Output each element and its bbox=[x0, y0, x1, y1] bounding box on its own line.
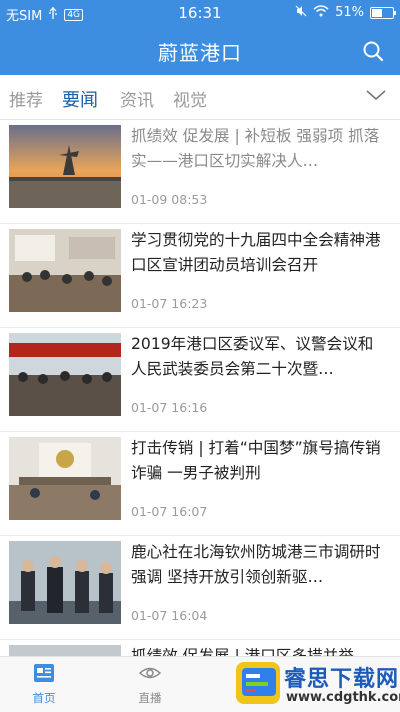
article-thumbnail bbox=[9, 229, 121, 312]
article-item[interactable]: 鹿心社在北海钦州防城港三市调研时强调 坚持开放引领创新驱… 01-07 16:0… bbox=[0, 536, 400, 640]
status-right: 51% bbox=[295, 5, 396, 20]
nav-home[interactable]: 首页 bbox=[4, 663, 84, 706]
tab-news[interactable]: 资讯 bbox=[120, 86, 154, 111]
app-title: 蔚蓝港口 bbox=[158, 41, 242, 65]
article-time: 01-07 16:23 bbox=[131, 296, 208, 311]
article-item[interactable]: 学习贯彻党的十九届四中全会精神港口区宣讲团动员培训会召开 01-07 16:23 bbox=[0, 224, 400, 328]
article-item[interactable]: 抓绩效 促发展 | 补短板 强弱项 抓落实——港口区切实解决人… 01-09 0… bbox=[0, 120, 400, 224]
article-title: 学习贯彻党的十九届四中全会精神港口区宣讲团动员培训会召开 bbox=[131, 231, 381, 274]
status-bar: 无SIM 4G 16:31 51% bbox=[0, 0, 400, 28]
article-thumbnail bbox=[9, 125, 121, 208]
search-icon[interactable] bbox=[362, 40, 384, 62]
article-thumbnail bbox=[9, 437, 121, 520]
article-list: 抓绩效 促发展 | 补短板 强弱项 抓落实——港口区切实解决人… 01-09 0… bbox=[0, 120, 400, 680]
article-title: 2019年港口区委议军、议警会议和人民武装委员会第二十次暨… bbox=[131, 335, 374, 378]
article-time: 01-07 16:04 bbox=[131, 608, 208, 623]
article-time: 01-09 08:53 bbox=[131, 192, 208, 207]
tab-headlines[interactable]: 要闻 bbox=[62, 86, 98, 112]
article-title: 鹿心社在北海钦州防城港三市调研时强调 坚持开放引领创新驱… bbox=[131, 543, 381, 586]
battery-icon bbox=[370, 6, 396, 19]
category-tabs: 推荐 要闻 资讯 视觉 bbox=[0, 75, 400, 120]
article-thumbnail bbox=[9, 333, 121, 416]
watermark-logo-icon bbox=[236, 662, 280, 704]
watermark: 睿思下载网 www.cdgthk.com bbox=[232, 656, 400, 711]
nav-live[interactable]: 直播 bbox=[110, 663, 190, 706]
article-item[interactable]: 打击传销 | 打着“中国梦”旗号搞传销诈骗 一男子被判刑 01-07 16:07 bbox=[0, 432, 400, 536]
article-item[interactable]: 2019年港口区委议军、议警会议和人民武装委员会第二十次暨… 01-07 16:… bbox=[0, 328, 400, 432]
tab-recommend[interactable]: 推荐 bbox=[9, 86, 43, 111]
chevron-down-icon[interactable] bbox=[366, 85, 386, 105]
nav-home-label: 首页 bbox=[32, 691, 56, 705]
tab-visual[interactable]: 视觉 bbox=[173, 86, 207, 111]
wifi-icon bbox=[313, 5, 329, 20]
article-title: 抓绩效 促发展 | 补短板 强弱项 抓落实——港口区切实解决人… bbox=[131, 127, 380, 170]
watermark-title: 睿思下载网 bbox=[284, 667, 400, 692]
nav-live-label: 直播 bbox=[138, 691, 162, 705]
article-title: 打击传销 | 打着“中国梦”旗号搞传销诈骗 一男子被判刑 bbox=[131, 439, 381, 482]
battery-percent: 51% bbox=[335, 5, 364, 20]
article-time: 01-07 16:16 bbox=[131, 400, 208, 415]
article-time: 01-07 16:07 bbox=[131, 504, 208, 519]
mute-icon bbox=[295, 5, 307, 20]
watermark-url: www.cdgthk.com bbox=[286, 690, 400, 705]
home-news-icon bbox=[33, 663, 55, 683]
eye-icon bbox=[138, 663, 162, 683]
app-header: 蔚蓝港口 bbox=[0, 28, 400, 75]
article-thumbnail bbox=[9, 541, 121, 624]
